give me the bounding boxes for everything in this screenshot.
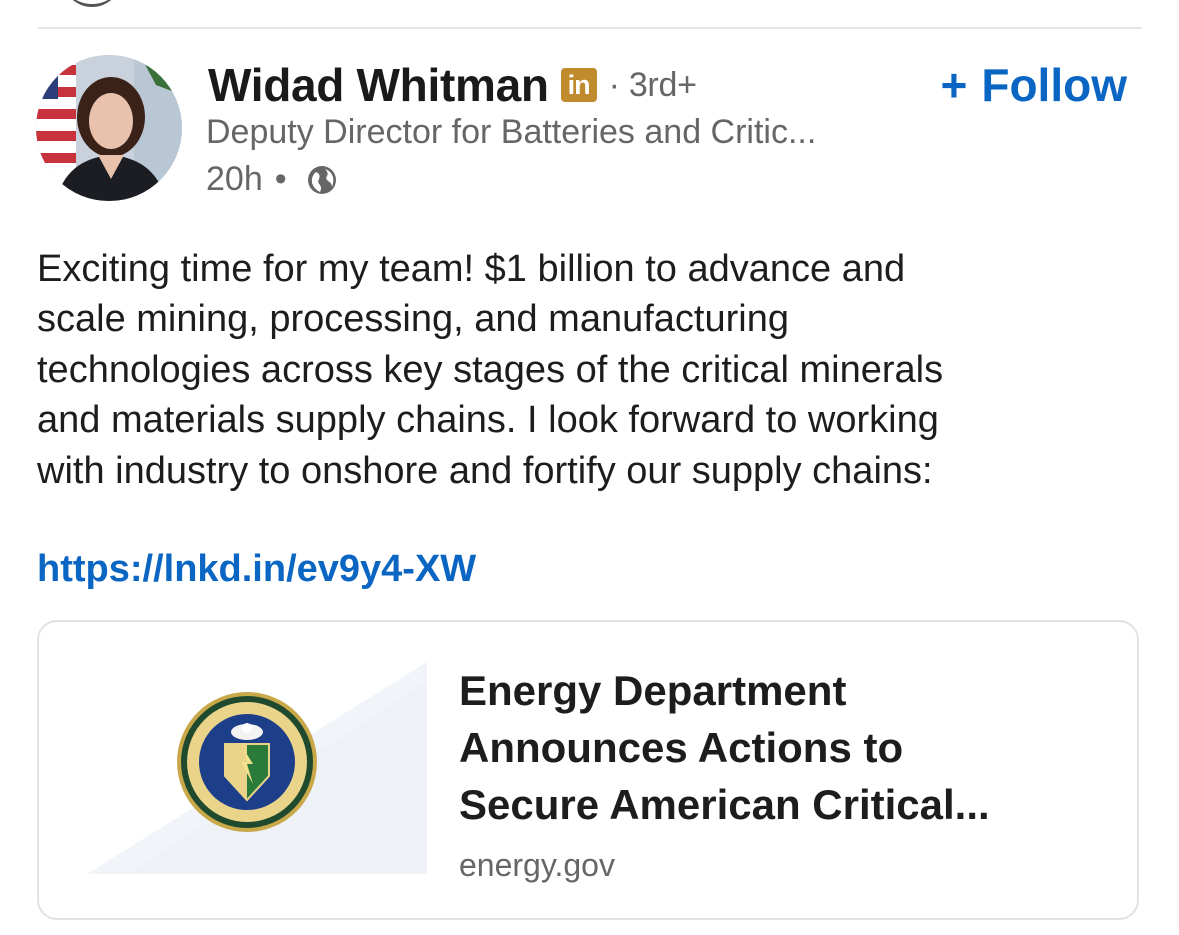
post-text-line: Exciting time for my team! $1 billion to… xyxy=(37,248,906,290)
meta-separator: • xyxy=(274,160,287,198)
department-of-energy-seal-icon xyxy=(87,662,427,874)
card-title-line: Secure American Critical... xyxy=(459,781,990,828)
author-name-text[interactable]: Widad Whitman xyxy=(208,58,549,112)
linkedin-badge-icon: in xyxy=(560,68,597,102)
author-avatar[interactable] xyxy=(36,55,182,201)
post-body: Exciting time for my team! $1 billion to… xyxy=(37,244,1147,496)
plus-icon: + xyxy=(940,59,968,111)
post-text-line: technologies across key stages of the cr… xyxy=(37,348,944,391)
author-name[interactable]: Widad Whitman in · 3rd+ xyxy=(208,58,697,112)
card-source: energy.gov xyxy=(459,847,615,883)
post-time: 20h xyxy=(206,160,263,198)
card-title[interactable]: Energy Department Announces Actions to S… xyxy=(459,662,1099,833)
post-link[interactable]: https://lnkd.in/ev9y4-XW xyxy=(37,548,476,591)
connection-degree: · 3rd+ xyxy=(608,65,697,104)
post-text-line: with industry to onshore and fortify our… xyxy=(37,449,933,492)
link-preview-card[interactable]: Energy Department Announces Actions to S… xyxy=(37,620,1139,920)
author-headline: Deputy Director for Batteries and Critic… xyxy=(206,113,817,151)
follow-label: Follow xyxy=(981,59,1127,111)
card-title-line: Announces Actions to xyxy=(459,724,904,771)
post-text-line: scale mining, processing, and manufactur… xyxy=(37,298,789,341)
globe-icon xyxy=(307,165,336,194)
post-divider xyxy=(38,27,1142,29)
follow-button[interactable]: + Follow xyxy=(940,58,1127,112)
profile-photo-icon xyxy=(36,55,182,201)
card-title-line: Energy Department xyxy=(459,667,847,714)
post-text-line: and materials supply chains. I look forw… xyxy=(37,399,939,442)
post-meta: 20h • xyxy=(206,160,337,199)
previous-post-avatar-edge xyxy=(62,0,122,7)
